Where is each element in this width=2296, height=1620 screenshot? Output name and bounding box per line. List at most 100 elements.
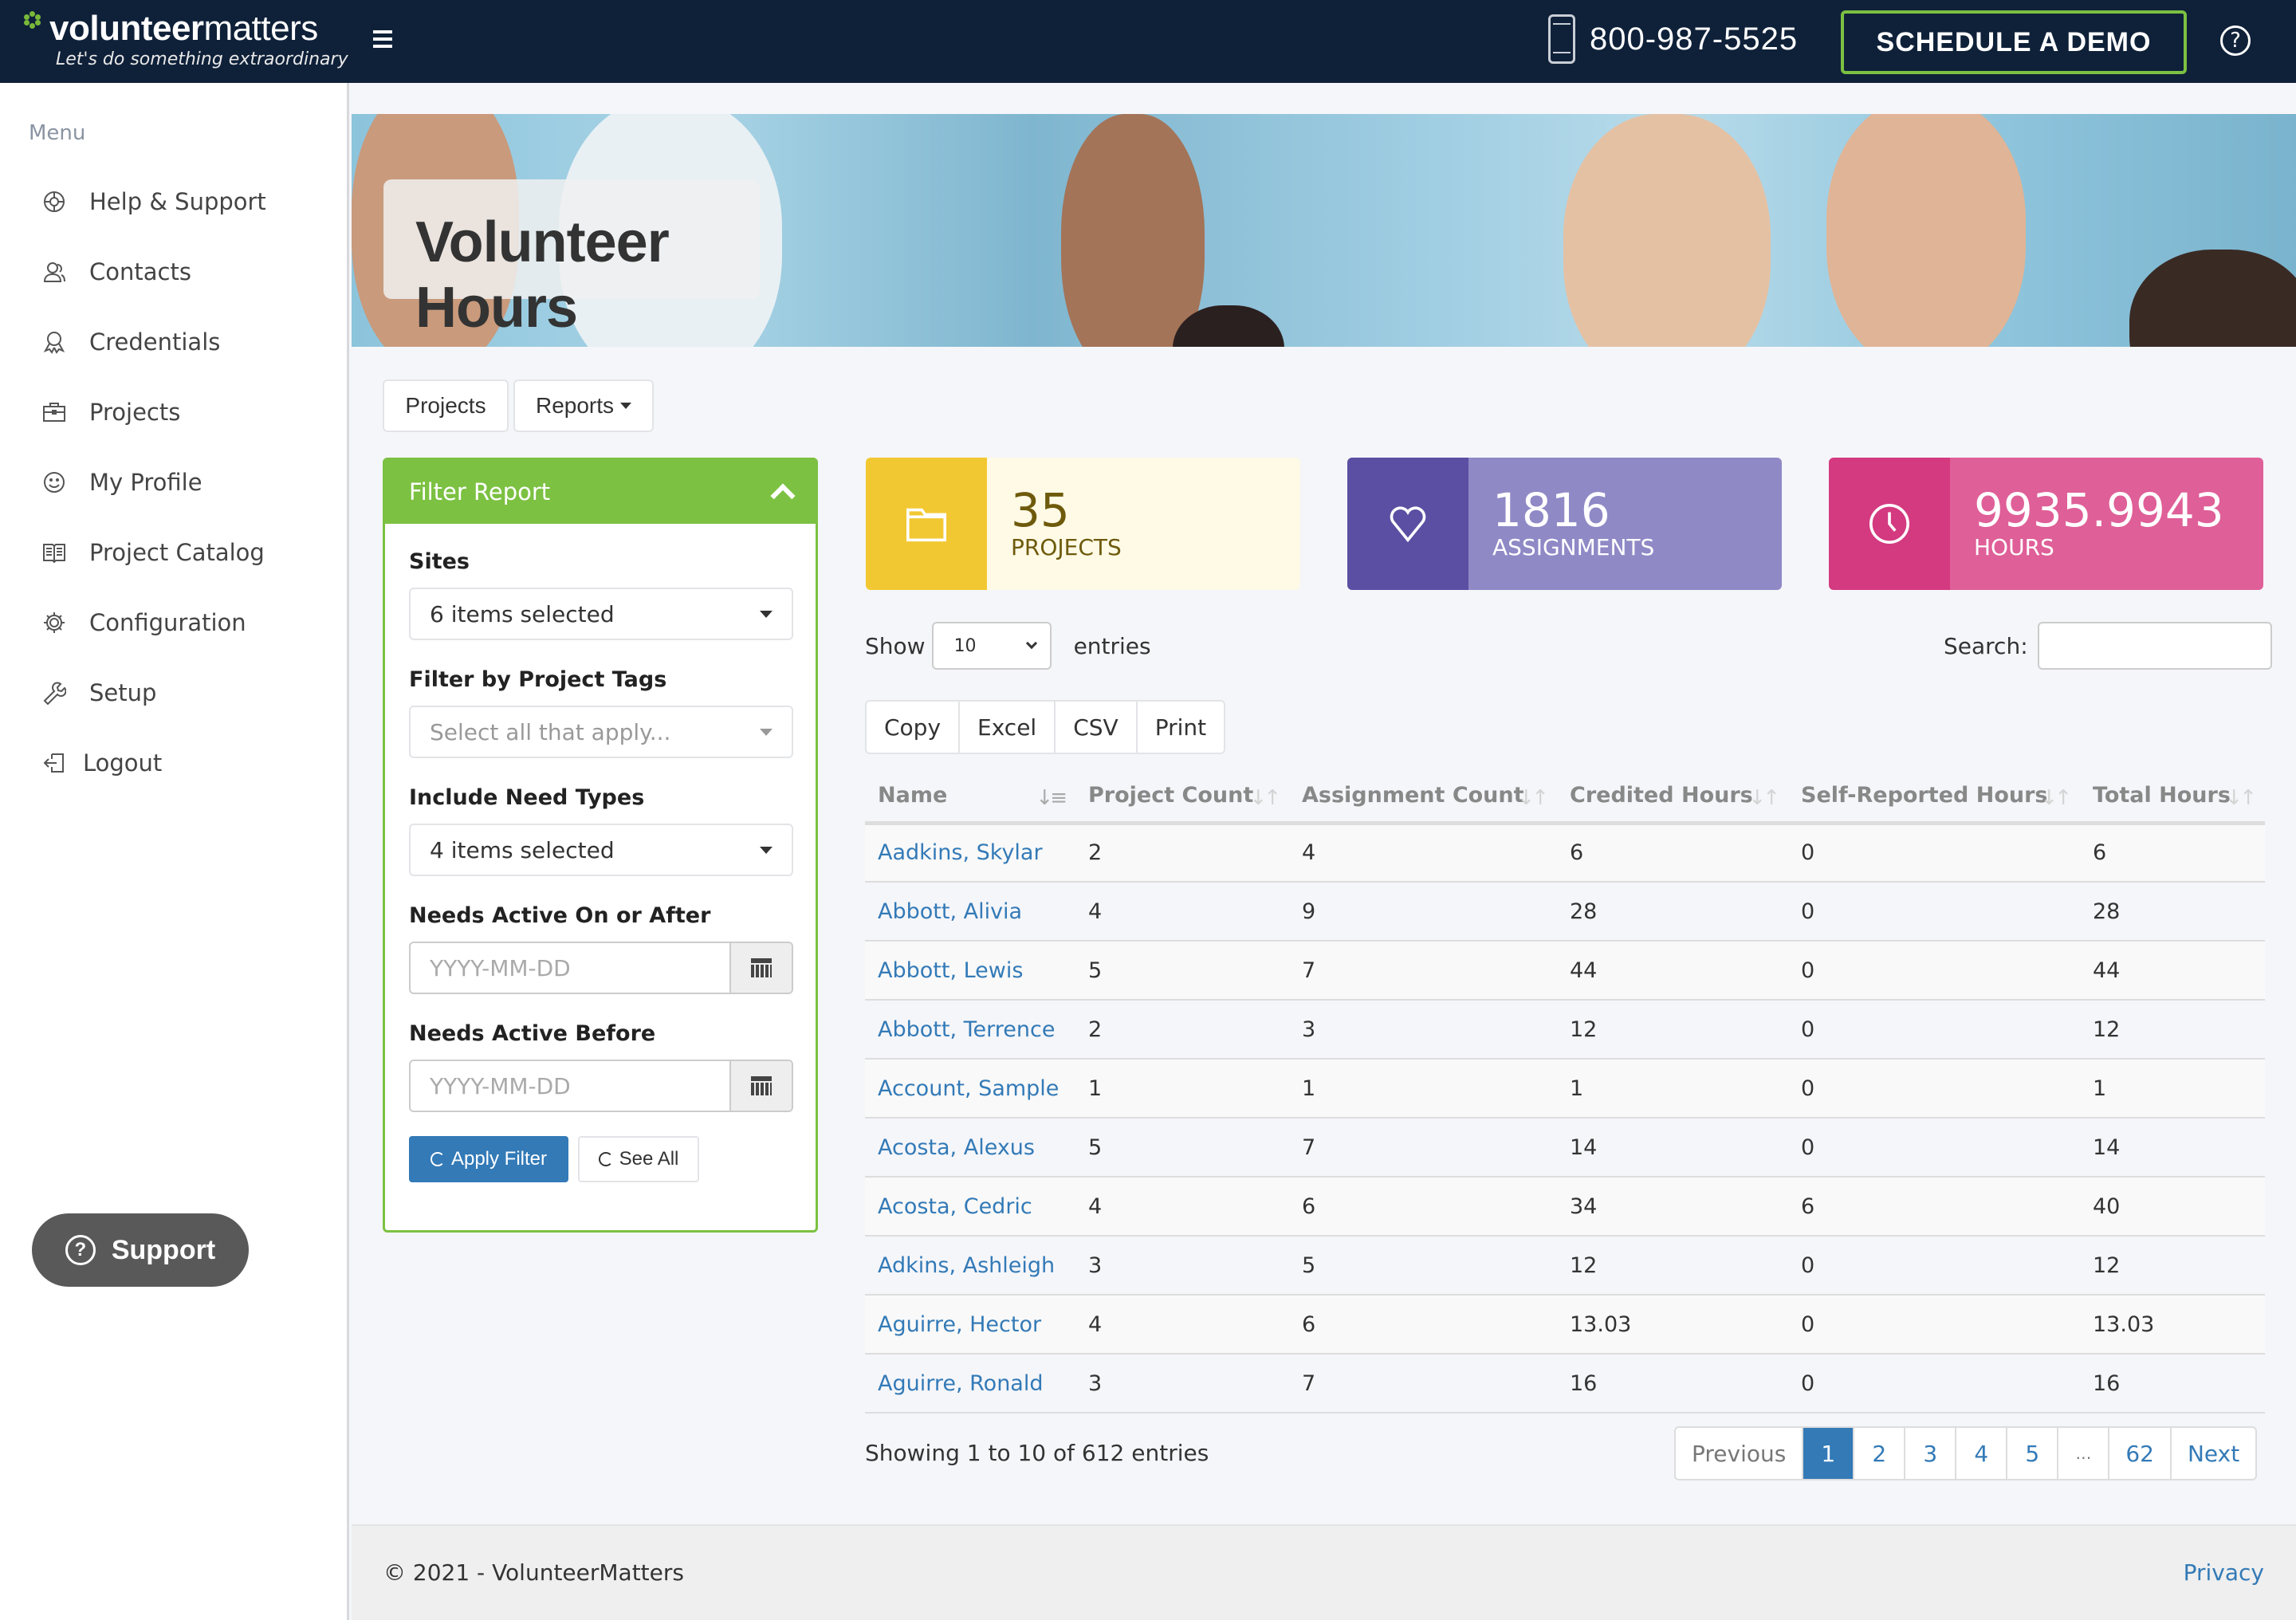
column-header-name[interactable]: Name ↓≡ <box>865 770 1075 825</box>
phone-number: 800-987-5525 <box>1590 21 1799 57</box>
column-header-self-reported-hours[interactable]: Self-Reported Hours ↓↑ <box>1788 770 2080 825</box>
active-after-calendar-button[interactable] <box>729 943 792 993</box>
reports-dropdown-button[interactable]: Reports <box>513 379 654 432</box>
schedule-demo-button[interactable]: SCHEDULE A DEMO <box>1841 10 2187 74</box>
cell-value: 28 <box>1557 882 1788 942</box>
apply-filter-button[interactable]: Apply Filter <box>409 1136 568 1182</box>
see-all-button[interactable]: See All <box>578 1136 699 1182</box>
column-header-credited-hours[interactable]: Credited Hours ↓↑ <box>1557 770 1788 825</box>
page-button-3[interactable]: 3 <box>1905 1428 1957 1479</box>
hero-photo-person <box>1563 114 1771 347</box>
cell-name: Account, Sample <box>865 1059 1075 1119</box>
phone-icon <box>1548 14 1575 64</box>
sidebar-item-configuration[interactable]: Configuration <box>41 603 246 643</box>
copy-button[interactable]: Copy <box>867 702 961 753</box>
smiley-icon <box>41 470 67 495</box>
cell-value: 0 <box>1788 1118 2080 1178</box>
cell-value: 0 <box>1788 1059 2080 1119</box>
table-row: Aguirre, Ronald 3 7 16 0 16 <box>865 1354 2265 1414</box>
support-button[interactable]: ? Support <box>32 1213 249 1287</box>
cell-value: 7 <box>1289 1118 1557 1178</box>
volunteer-name-link[interactable]: Aguirre, Ronald <box>878 1371 1044 1396</box>
active-before-label: Needs Active Before <box>409 1021 656 1046</box>
page-button-62[interactable]: 62 <box>2109 1428 2172 1479</box>
sidebar-item-label: Setup <box>89 679 157 706</box>
cell-value: 0 <box>1788 823 2080 883</box>
volunteer-name-link[interactable]: Account, Sample <box>878 1076 1059 1101</box>
active-before-date-field <box>409 1060 793 1112</box>
sidebar-item-setup[interactable]: Setup <box>41 673 156 713</box>
assignments-count: 1816 <box>1492 483 1610 537</box>
page-button-4[interactable]: 4 <box>1956 1428 2008 1479</box>
active-before-input[interactable] <box>411 1061 729 1111</box>
sidebar-item-label: Project Catalog <box>89 539 265 566</box>
volunteer-name-link[interactable]: Aguirre, Hector <box>878 1312 1041 1337</box>
table-row: Aadkins, Skylar 2 4 6 0 6 <box>865 823 2265 883</box>
filter-panel-header[interactable]: Filter Report <box>385 460 816 524</box>
projects-tab-button[interactable]: Projects <box>383 379 509 432</box>
sidebar-item-credentials[interactable]: Credentials <box>41 322 220 362</box>
search-label: Search: <box>1944 632 2028 659</box>
volunteer-name-link[interactable]: Abbott, Lewis <box>878 958 1023 983</box>
help-question-icon[interactable]: ? <box>2220 26 2251 56</box>
column-header-total-hours[interactable]: Total Hours ↓↑ <box>2080 770 2265 825</box>
apply-filter-label: Apply Filter <box>450 1148 548 1170</box>
csv-button[interactable]: CSV <box>1056 702 1138 753</box>
project-tags-select[interactable]: Select all that apply... <box>409 706 793 758</box>
cell-value: 6 <box>1289 1177 1557 1237</box>
table-row: Account, Sample 1 1 1 0 1 <box>865 1059 2265 1119</box>
cell-value: 9 <box>1289 882 1557 942</box>
cell-name: Acosta, Cedric <box>865 1177 1075 1237</box>
volunteer-hours-table: Name ↓≡ Project Count ↓↑ Assignment Count ↓… <box>865 770 2265 1414</box>
chevron-up-icon[interactable] <box>770 483 796 509</box>
volunteer-name-link[interactable]: Abbott, Alivia <box>878 899 1022 924</box>
active-after-input[interactable] <box>411 943 729 993</box>
sidebar-item-projects[interactable]: Projects <box>41 392 180 432</box>
sidebar-item-my-profile[interactable]: My Profile <box>41 462 202 502</box>
reports-label: Reports <box>535 393 615 418</box>
sidebar-item-project-catalog[interactable]: Project Catalog <box>41 533 265 572</box>
cell-value: 1 <box>2080 1059 2265 1119</box>
sidebar-item-help-support[interactable]: Help & Support <box>41 182 266 222</box>
footer: © 2021 - VolunteerMatters Privacy <box>352 1524 2296 1620</box>
column-header-assignment-count[interactable]: Assignment Count ↓↑ <box>1289 770 1557 825</box>
cell-value: 1 <box>1289 1059 1557 1119</box>
hours-total: 9935.9943 <box>1974 483 2224 537</box>
volunteer-name-link[interactable]: Aadkins, Skylar <box>878 840 1043 865</box>
print-button[interactable]: Print <box>1138 702 1224 753</box>
sites-select[interactable]: 6 items selected <box>409 588 793 640</box>
table-row: Acosta, Cedric 4 6 34 6 40 <box>865 1177 2265 1237</box>
logo[interactable]: volunteermatters Let's do something extr… <box>24 10 348 69</box>
reload-icon <box>598 1152 613 1166</box>
active-after-date-field <box>409 942 793 994</box>
excel-button[interactable]: Excel <box>960 702 1056 753</box>
stat-icon-panel <box>1829 458 1950 590</box>
sort-icon: ↓↑ <box>1249 786 1281 810</box>
volunteer-name-link[interactable]: Abbott, Terrence <box>878 1017 1055 1042</box>
caret-down-icon <box>620 403 632 409</box>
hamburger-menu-icon[interactable] <box>373 30 392 48</box>
privacy-link[interactable]: Privacy <box>2184 1559 2264 1586</box>
cell-value: 1 <box>1557 1059 1788 1119</box>
need-types-select[interactable]: 4 items selected <box>409 824 793 876</box>
volunteer-name-link[interactable]: Adkins, Ashleigh <box>878 1253 1055 1278</box>
gear-icon <box>41 610 67 635</box>
sidebar-item-logout[interactable]: Logout <box>41 743 162 783</box>
active-before-calendar-button[interactable] <box>729 1061 792 1111</box>
column-header-project-count[interactable]: Project Count ↓↑ <box>1075 770 1289 825</box>
volunteer-name-link[interactable]: Acosta, Alexus <box>878 1135 1035 1160</box>
cell-value: 0 <box>1788 1000 2080 1060</box>
page-length-select[interactable]: 10 <box>931 622 1052 670</box>
table-row: Adkins, Ashleigh 3 5 12 0 12 <box>865 1236 2265 1296</box>
search-input[interactable] <box>2037 622 2272 670</box>
volunteer-name-link[interactable]: Acosta, Cedric <box>878 1194 1032 1219</box>
page-button-1[interactable]: 1 <box>1803 1428 1855 1479</box>
sidebar-item-contacts[interactable]: Contacts <box>41 252 191 292</box>
cell-value: 1 <box>1075 1059 1289 1119</box>
next-page-button[interactable]: Next <box>2172 1428 2255 1479</box>
page-button-5[interactable]: 5 <box>2007 1428 2059 1479</box>
sidebar-item-label: My Profile <box>89 469 202 496</box>
previous-page-button[interactable]: Previous <box>1676 1428 1804 1479</box>
page-button-2[interactable]: 2 <box>1854 1428 1906 1479</box>
page-ellipsis: … <box>2058 1428 2110 1479</box>
